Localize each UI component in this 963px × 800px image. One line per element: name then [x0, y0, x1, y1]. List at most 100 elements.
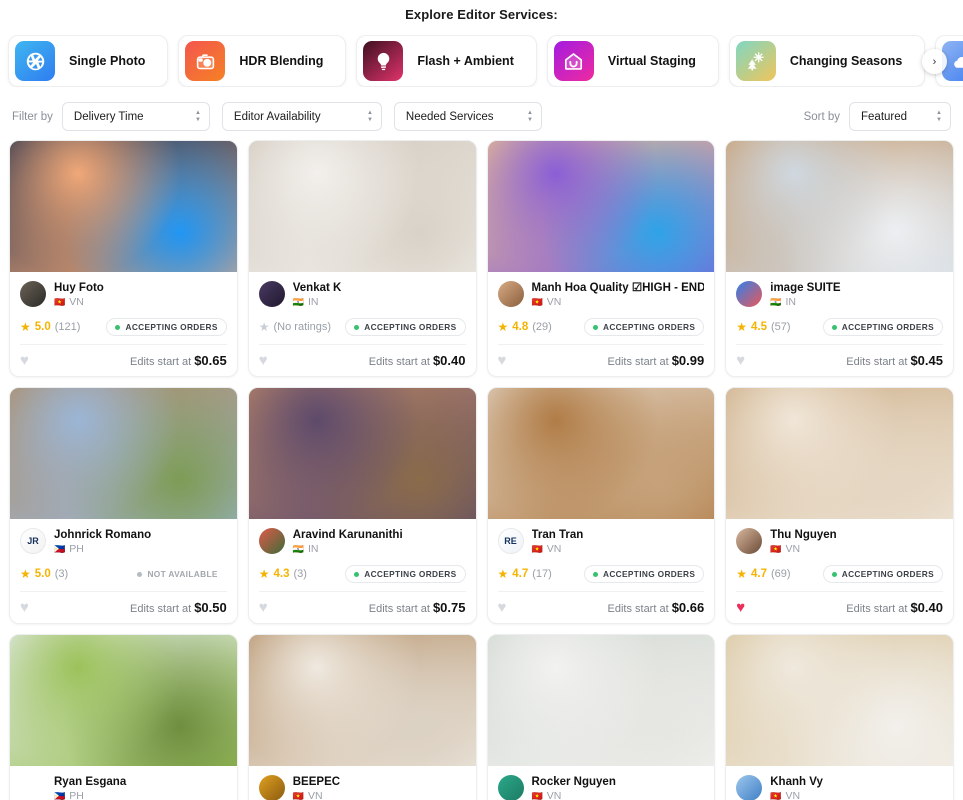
price-prefix: Edits start at: [368, 603, 430, 615]
price-value: $0.65: [194, 353, 227, 368]
favorite-heart-icon[interactable]: ♥: [498, 600, 507, 615]
editor-card[interactable]: JR Johnrick Romano 🇵🇭 PH ★ 5.0 (3) NOT AVAILABL…: [9, 387, 238, 624]
service-card-label: Flash + Ambient: [417, 54, 514, 68]
price-label: Edits start at $0.75: [369, 600, 466, 615]
editor-identity: RE Tran Tran 🇻🇳 VN: [497, 528, 705, 556]
editor-name-block: Khanh Vy 🇻🇳 VN: [770, 775, 943, 800]
favorite-heart-icon[interactable]: ♥: [20, 600, 29, 615]
editor-card[interactable]: Khanh Vy🇻🇳VN★: [725, 634, 954, 800]
card-footer: ♥ Edits start at $0.45: [736, 344, 943, 376]
editor-name: image SUITE: [770, 282, 841, 294]
editor-identity: image SUITE 🇮🇳 IN: [736, 281, 943, 309]
status-dot-icon: [592, 324, 598, 330]
editor-portfolio-image[interactable]: [726, 388, 953, 519]
editor-name-block: Huy Foto 🇻🇳 VN: [54, 281, 227, 309]
editor-portfolio-image[interactable]: [248, 141, 476, 272]
status-dot-icon: [592, 571, 598, 577]
rating-value: 5.0: [34, 321, 51, 333]
rating-value: 4.5: [751, 321, 768, 333]
avatar: JR: [20, 528, 46, 554]
editor-portfolio-image[interactable]: [726, 141, 953, 272]
services-track: Single Photo HDR Blending Flash + Ambient V…: [0, 35, 963, 87]
editor-name-block: Venkat K 🇮🇳 IN: [293, 281, 466, 309]
status-dot-icon: [354, 571, 360, 577]
editor-name: Thu Nguyen: [770, 529, 837, 541]
editor-portfolio-image[interactable]: [248, 635, 476, 766]
editor-portfolio-image[interactable]: [10, 388, 237, 519]
delivery-time-select[interactable]: Delivery Time ▲ ▼: [61, 102, 210, 131]
status-badge: ACCEPTING ORDERS: [583, 318, 705, 336]
status-dot-icon: [831, 324, 837, 330]
status-badge: NOT AVAILABLE: [128, 565, 226, 583]
country-flag-icon: 🇻🇳: [531, 297, 543, 307]
rating-row: ★ 5.0 (3) NOT AVAILABLE: [20, 565, 227, 583]
price-value: $0.66: [671, 600, 705, 615]
editor-name: Venkat K: [292, 282, 342, 294]
editor-card[interactable]: RE Tran Tran 🇻🇳 VN ★ 4.7 (17) ACCEPTING ORDERS ♥…: [486, 387, 716, 624]
card-footer: ♥ Edits start at $0.50: [20, 591, 227, 623]
editor-card-grid: Huy Foto 🇻🇳 VN ★ 5.0 (121) ACCEPTING ORDERS ♥ Ed…: [0, 132, 963, 800]
editor-portfolio-image[interactable]: [248, 388, 476, 519]
carousel-next-button[interactable]: ›: [922, 49, 947, 74]
editor-card[interactable]: Venkat K 🇮🇳 IN ★ (No ratings) ACCEPTING ORDER…: [247, 140, 477, 377]
editor-card[interactable]: Manh Hoa Quality ☑HIGH - END ✚ 🇻🇳 VN ★ 4.8 (2…: [486, 140, 716, 377]
service-card-label: Single Photo: [69, 54, 146, 68]
favorite-heart-icon[interactable]: ♥: [259, 353, 268, 368]
favorite-heart-icon[interactable]: ♥: [498, 353, 507, 368]
editor-portfolio-image[interactable]: [487, 635, 715, 766]
favorite-heart-icon[interactable]: ♥: [259, 600, 268, 615]
service-card-label: HDR Blending: [239, 54, 324, 68]
editor-portfolio-image[interactable]: [10, 141, 237, 272]
rating: ★ 5.0 (3): [20, 568, 68, 580]
editor-availability-select[interactable]: Editor Availability ▲ ▼: [221, 102, 382, 131]
editor-portfolio-image[interactable]: [726, 635, 953, 766]
favorite-heart-icon[interactable]: ♥: [736, 600, 745, 615]
card-footer: ♥ Edits start at $0.40: [258, 344, 466, 376]
country-flag-icon: 🇮🇳: [770, 297, 782, 307]
editor-country: 🇻🇳 VN: [532, 543, 705, 556]
editor-card[interactable]: image SUITE 🇮🇳 IN ★ 4.5 (57) ACCEPTING ORDERS ♥…: [725, 140, 954, 377]
status-badge: ACCEPTING ORDERS: [345, 565, 466, 583]
country-code: VN: [69, 296, 84, 308]
rating-row: ★ 4.5 (57) ACCEPTING ORDERS: [736, 318, 943, 336]
editor-country: 🇵🇭 PH: [54, 790, 227, 800]
card-footer: ♥ Edits start at $0.66: [497, 591, 705, 623]
needed-services-select[interactable]: Needed Services ▲ ▼: [393, 102, 542, 131]
favorite-heart-icon[interactable]: ♥: [736, 353, 745, 368]
rating: ★ 4.3 (3): [259, 568, 307, 580]
avatar: [497, 281, 524, 307]
service-card-label: Changing Seasons: [789, 54, 903, 68]
price-label: Edits start at $0.65: [130, 353, 227, 368]
rating-row: ★ 4.7 (69) ACCEPTING ORDERS: [736, 565, 943, 583]
editor-card[interactable]: Aravind Karunanithi 🇮🇳 IN ★ 4.3 (3) ACCEPTING …: [247, 387, 477, 624]
country-code: VN: [785, 790, 801, 800]
editor-card[interactable]: Thu Nguyen 🇻🇳 VN ★ 4.7 (69) ACCEPTING ORDERS ♥ E…: [725, 387, 954, 624]
editor-identity: Manh Hoa Quality ☑HIGH - END ✚ 🇻🇳 VN: [497, 281, 705, 309]
service-card-flash-ambient[interactable]: Flash + Ambient: [356, 35, 537, 87]
rating: ★ 4.7 (17): [498, 568, 552, 580]
rating-count: (121): [54, 321, 81, 333]
editor-name-block: Tran Tran 🇻🇳 VN: [532, 528, 705, 556]
editor-card[interactable]: BEEPEC🇻🇳VN★: [247, 634, 477, 800]
editor-name-block: BEEPEC 🇻🇳 VN: [293, 775, 466, 800]
star-icon: ★: [497, 567, 509, 581]
service-card-virtual-staging[interactable]: Virtual Staging: [546, 35, 719, 87]
editor-name-block: Ryan Esgana 🇵🇭 PH: [54, 775, 227, 800]
price-label: Edits start at $0.45: [846, 353, 943, 368]
editor-portfolio-image[interactable]: [10, 635, 237, 766]
editor-card[interactable]: Rocker Nguyen🇻🇳VN★: [486, 634, 716, 800]
status-badge: ACCEPTING ORDERS: [583, 565, 705, 583]
service-card-single-photo[interactable]: Single Photo: [8, 35, 169, 87]
country-flag-icon: 🇵🇭: [54, 544, 66, 554]
editor-portfolio-image[interactable]: [487, 388, 715, 519]
editor-portfolio-image[interactable]: [487, 141, 715, 272]
service-card-hdr-blending[interactable]: HDR Blending: [178, 35, 347, 87]
editor-card[interactable]: Huy Foto 🇻🇳 VN ★ 5.0 (121) ACCEPTING ORDERS ♥ Ed…: [9, 140, 238, 377]
no-ratings-label: (No ratings): [273, 321, 331, 333]
services-carousel[interactable]: Single Photo HDR Blending Flash + Ambient V…: [0, 35, 963, 87]
service-card-changing-seasons[interactable]: Changing Seasons: [728, 35, 926, 87]
editor-card[interactable]: Ryan Esgana🇵🇭PH★: [9, 634, 238, 800]
editor-country: 🇻🇳 VN: [532, 296, 705, 309]
favorite-heart-icon[interactable]: ♥: [20, 353, 29, 368]
sort-select[interactable]: Featured ▲ ▼: [849, 102, 951, 131]
